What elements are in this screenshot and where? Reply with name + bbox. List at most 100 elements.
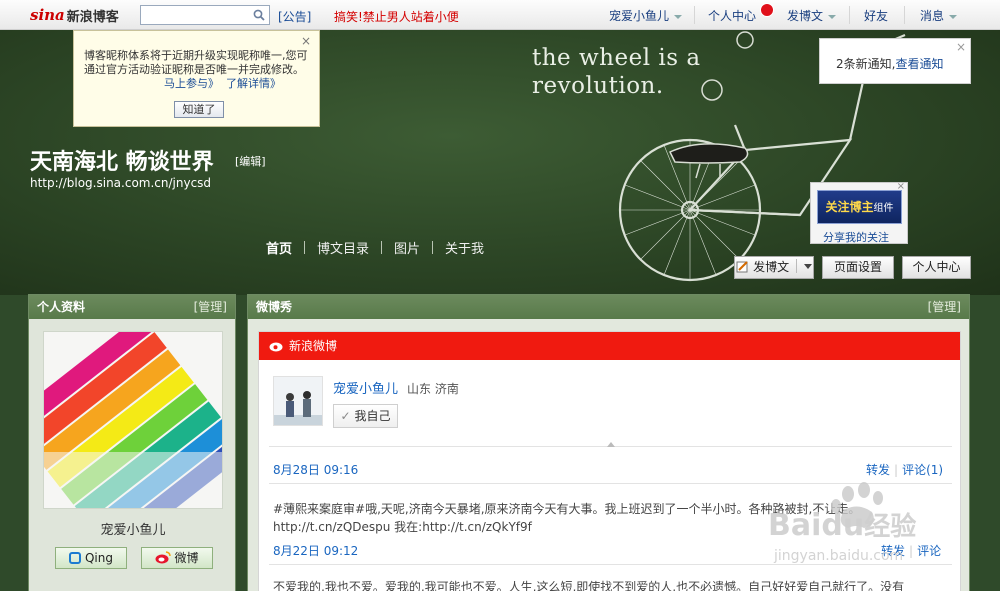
chevron-down-icon[interactable]	[803, 264, 812, 269]
divider	[904, 6, 905, 24]
search-box	[140, 5, 270, 25]
qing-button[interactable]: Qing	[55, 547, 127, 569]
divider	[432, 240, 434, 254]
weibo-label: 微博	[174, 551, 199, 565]
check-icon: ✓	[340, 409, 351, 423]
profile-panel-header: 个人资料 [管理]	[29, 295, 235, 319]
collapse-arrow-icon[interactable]	[607, 442, 615, 447]
post-blog-button-label: 发博文	[753, 260, 790, 274]
tab-about-me[interactable]: 关于我	[445, 238, 484, 257]
weibo-manage-link[interactable]: [管理]	[928, 295, 961, 319]
divider	[269, 564, 952, 565]
follow-widget[interactable]: × 关注博主组件 分享我的关注	[810, 181, 908, 245]
weibo-widget: 新浪微博 宠爱小鱼儿 山东 济南 ✓ 我自己 8月28日 09:16 转发 | 评论…	[258, 331, 961, 591]
headline-link[interactable]: 搞笑!禁止男人站着小便	[334, 8, 459, 25]
chevron-down-icon	[949, 14, 958, 19]
page-settings-button[interactable]: 页面设置	[822, 256, 894, 279]
share-follow-link[interactable]: 分享我的关注	[823, 229, 889, 245]
details-link[interactable]: 了解详情》	[226, 77, 281, 90]
divider: |	[909, 544, 914, 558]
sina-blog-logo[interactable]: sina 新浪博客	[30, 5, 119, 25]
tip-text: 博客昵称体系将于近期升级实现昵称唯一,您可通过官方活动验证昵称是否唯一并完成修改…	[84, 49, 308, 76]
weibo-eye-icon	[269, 342, 283, 352]
pencil-icon	[736, 261, 748, 273]
divider	[795, 259, 797, 273]
weibo-user-name[interactable]: 宠爱小鱼儿	[333, 378, 398, 397]
forward-link[interactable]: 转发	[866, 463, 890, 477]
qing-icon	[68, 552, 81, 564]
edit-title-link[interactable]: [编辑]	[235, 153, 266, 169]
post-blog-button[interactable]: 发博文	[734, 256, 814, 279]
divider	[304, 240, 306, 254]
blog-title[interactable]: 天南海北 畅谈世界	[30, 144, 214, 176]
divider	[694, 6, 695, 24]
profile-name[interactable]: 宠爱小鱼儿	[29, 519, 237, 538]
post-actions: 转发 | 评论	[881, 542, 941, 559]
nickname-tip-popup: × 博客昵称体系将于近期升级实现昵称唯一,您可通过官方活动验证昵称是否唯一并完成…	[73, 30, 320, 127]
notification-text: 2条新通知,	[836, 57, 896, 71]
chevron-down-icon	[828, 14, 837, 19]
self-button[interactable]: ✓ 我自己	[333, 404, 398, 428]
comment-link[interactable]: 评论	[917, 544, 941, 558]
comment-link[interactable]: 评论(1)	[902, 463, 943, 477]
search-icon[interactable]	[253, 9, 265, 21]
tab-home[interactable]: 首页	[266, 238, 292, 257]
blog-logo-text: 新浪博客	[66, 9, 119, 25]
join-link[interactable]: 马上参与》	[164, 77, 219, 90]
got-it-button[interactable]: 知道了	[174, 101, 224, 118]
close-icon[interactable]: ×	[956, 40, 966, 54]
weibo-icon	[155, 551, 172, 564]
chevron-down-icon	[674, 14, 683, 19]
search-input[interactable]	[141, 6, 247, 24]
messages-menu[interactable]: 消息	[920, 7, 958, 24]
messages-label: 消息	[920, 9, 945, 23]
profile-manage-link[interactable]: [管理]	[194, 295, 227, 319]
avatar[interactable]	[6, 314, 249, 557]
weibo-post-text: #薄熙来案庭审#哦,天呢,济南今天暴堵,原来济南今天有大事。我上班迟到了一个半小…	[273, 502, 861, 534]
post-date[interactable]: 8月28日 09:16	[273, 461, 358, 478]
divider: |	[894, 463, 899, 477]
post-date[interactable]: 8月22日 09:12	[273, 542, 358, 559]
tip-links: 马上参与》 了解详情》	[164, 77, 281, 91]
announcement-link[interactable]: [公告]	[278, 8, 311, 25]
blog-nav-tabs: 首页 博文目录 图片 关于我	[266, 238, 484, 257]
divider	[381, 240, 383, 254]
qing-label: Qing	[84, 551, 113, 565]
user-menu[interactable]: 宠爱小鱼儿	[609, 7, 683, 24]
top-bar: sina 新浪博客 [公告] 搞笑!禁止男人站着小便 宠爱小鱼儿 个人中心 发博…	[0, 0, 1000, 30]
follow-title: 关注博主	[825, 200, 874, 214]
divider	[849, 6, 850, 24]
profile-panel-title: 个人资料	[37, 300, 86, 314]
self-button-label: 我自己	[354, 409, 391, 423]
weibo-user-location: 山东 济南	[407, 382, 459, 396]
view-notifications-link[interactable]: 查看通知	[895, 57, 943, 71]
forward-link[interactable]: 转发	[881, 544, 905, 558]
user-thumbnail[interactable]	[273, 376, 323, 426]
tab-photos[interactable]: 图片	[394, 238, 420, 257]
slogan-line-2: revolution.	[532, 73, 664, 99]
personal-center-link[interactable]: 个人中心	[708, 7, 756, 24]
tab-article-list[interactable]: 博文目录	[317, 238, 369, 257]
weibo-post-text: 不爱我的,我也不爱。爱我的,我可能也不爱。人生,这么短,即使找不到爱的人,也不必…	[273, 580, 905, 591]
weibo-show-title: 微博秀	[256, 300, 293, 314]
user-menu-label: 宠爱小鱼儿	[609, 9, 670, 23]
notification-badge[interactable]	[760, 3, 774, 17]
blog-url[interactable]: http://blog.sina.com.cn/jnycsd	[30, 176, 211, 190]
avatar-image	[6, 314, 249, 557]
post-actions: 转发 | 评论(1)	[866, 461, 943, 478]
weibo-widget-title[interactable]: 新浪微博	[289, 339, 337, 353]
weibo-button[interactable]: 微博	[141, 547, 213, 569]
slogan-line-1: the wheel is a	[532, 45, 701, 71]
follow-blogger-banner[interactable]: 关注博主组件	[817, 190, 902, 224]
weibo-widget-header: 新浪微博	[259, 332, 960, 360]
sina-logo-text: sina	[30, 6, 65, 24]
friends-link[interactable]: 好友	[864, 7, 888, 24]
weibo-show-header: 微博秀 [管理]	[248, 295, 969, 319]
follow-suffix: 组件	[873, 203, 894, 214]
post-blog-menu[interactable]: 发博文	[787, 7, 837, 24]
divider	[269, 483, 952, 484]
profile-panel: 个人资料 [管理] 宠爱小鱼儿 Qing 微博	[6, 294, 249, 591]
close-icon[interactable]: ×	[301, 34, 311, 48]
personal-center-button[interactable]: 个人中心	[902, 256, 971, 279]
weibo-show-panel: 微博秀 [管理] 新浪微博 宠爱小鱼儿 山东 济南 ✓ 我自己 8月28日 09…	[247, 294, 970, 591]
